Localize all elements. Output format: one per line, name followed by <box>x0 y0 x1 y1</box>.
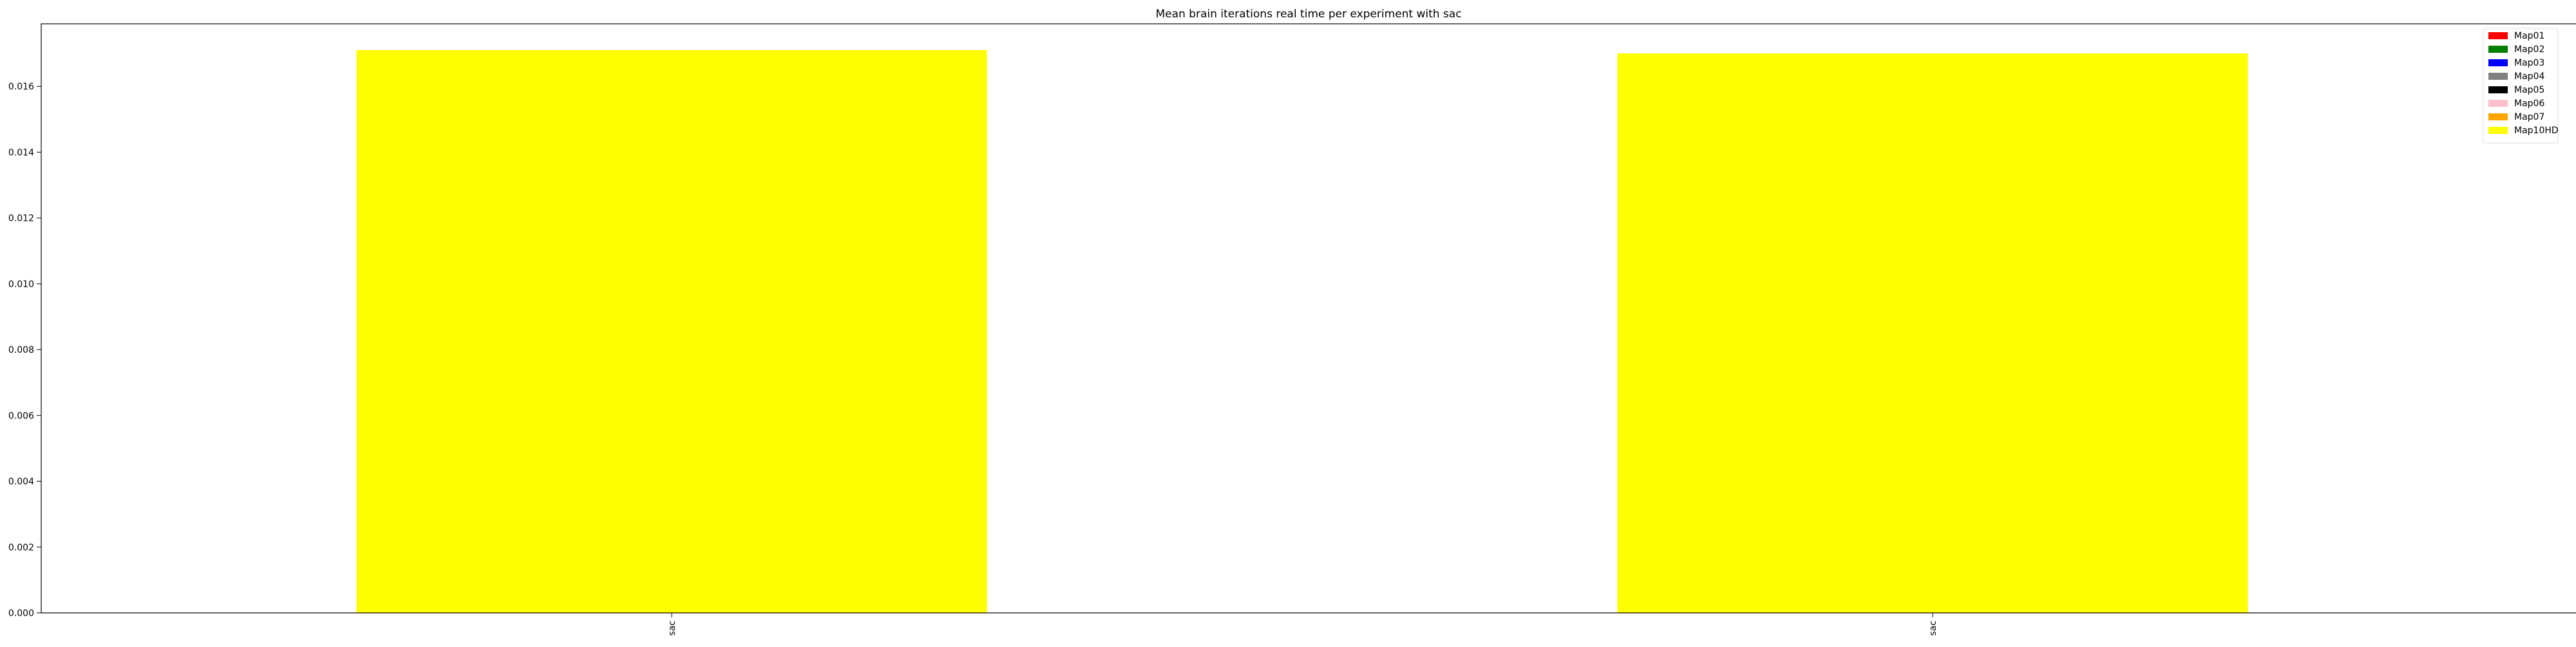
x-axis: sac sac <box>667 613 1938 636</box>
x-tick-label: sac <box>667 621 677 636</box>
bar-map10hd <box>1617 53 2248 613</box>
legend-label-map02: Map02 <box>2514 44 2544 55</box>
bar-map10hd <box>356 50 987 613</box>
y-tick-label: 0.014 <box>8 147 34 158</box>
y-tick-label: 0.000 <box>8 608 34 619</box>
legend-label-map06: Map06 <box>2514 98 2544 109</box>
legend-swatch-map01 <box>2488 32 2508 39</box>
y-tick-label: 0.004 <box>8 477 34 487</box>
y-tick-label: 0.002 <box>8 543 34 553</box>
y-tick-label: 0.008 <box>8 345 34 355</box>
legend-label-map01: Map01 <box>2514 31 2544 41</box>
bars <box>356 50 2248 613</box>
legend-swatch-map02 <box>2488 46 2508 53</box>
legend-label-map03: Map03 <box>2514 58 2544 68</box>
legend-swatch-map03 <box>2488 59 2508 66</box>
chart-title: Mean brain iterations real time per expe… <box>1155 8 1461 21</box>
legend-swatch-map10hd <box>2488 127 2508 134</box>
legend-label-map07: Map07 <box>2514 112 2544 122</box>
legend-swatch-map05 <box>2488 86 2508 93</box>
legend-label-map05: Map05 <box>2514 85 2544 95</box>
y-tick-label: 0.016 <box>8 82 34 92</box>
legend-swatch-map04 <box>2488 73 2508 80</box>
x-tick-label: sac <box>1928 621 1938 636</box>
legend-label-map10hd: Map10HD <box>2514 126 2559 136</box>
legend-label-map04: Map04 <box>2514 71 2544 82</box>
legend-swatch-map07 <box>2488 113 2508 120</box>
y-tick-label: 0.010 <box>8 279 34 290</box>
y-tick-label: 0.012 <box>8 214 34 224</box>
legend-swatch-map06 <box>2488 100 2508 107</box>
legend: Map01 Map02 Map03 Map04 Map05 Map06 Map07 Map10… <box>2483 28 2559 144</box>
chart-container: Mean brain iterations real time per expe… <box>0 0 2576 644</box>
y-tick-label: 0.006 <box>8 411 34 421</box>
bar-chart: Mean brain iterations real time per expe… <box>8 8 2576 636</box>
y-axis: 0.000 0.002 0.004 0.006 0.008 0.010 0.012 0.014… <box>8 82 41 619</box>
